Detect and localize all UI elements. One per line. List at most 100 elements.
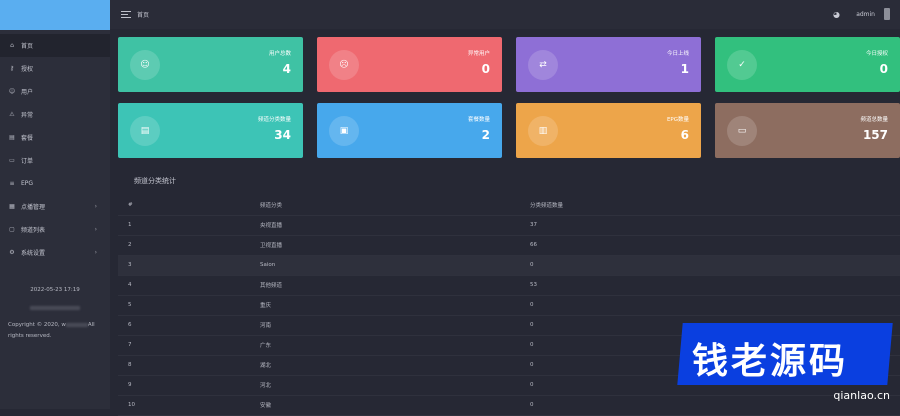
watermark: 钱老源码 qianlao.cn <box>676 323 894 405</box>
stat-value: 6 <box>680 128 689 142</box>
sidebar-item-label: 频道列表 <box>21 227 46 234</box>
table-title: 频道分类统计 <box>134 177 176 185</box>
list-icon: ≡ <box>9 180 15 187</box>
sidebar-item-label: 系统设置 <box>21 250 46 257</box>
chevron-right-icon: › <box>94 203 97 210</box>
tv-icon: ▢ <box>9 226 15 233</box>
home-icon: ⌂ <box>10 42 14 49</box>
stat-card-authorized-today[interactable]: ✓ 今日授权 0 <box>715 37 900 92</box>
sidebar-date: 2022-05-23 17:19 <box>30 287 80 293</box>
sidebar-item-label: 点播管理 <box>21 204 46 211</box>
cell-count: 66 <box>530 235 900 256</box>
cell-index: 10 <box>118 395 260 416</box>
sidebar-item-label: 授权 <box>21 66 34 73</box>
chevron-right-icon: › <box>94 226 97 233</box>
cell-index: 9 <box>118 375 260 396</box>
chevron-right-icon: › <box>94 249 97 256</box>
cell-count: 0 <box>530 255 900 276</box>
user-warning-icon: ☹ <box>329 50 359 80</box>
cell-category: 其他频道 <box>260 275 530 296</box>
stat-value: 4 <box>282 62 291 76</box>
column-header: 频道分类 <box>260 195 530 216</box>
sidebar-menu: ⌂ 首页 ⚷ 授权 ☺ 用户 ⚠ 异常 ▤ 套餐 ▭ 订单 ≡ EPG ▦ 点播管理 › ▢ 频道列… <box>0 34 110 264</box>
sidebar-item-users[interactable]: ☺ 用户 <box>0 80 110 103</box>
sidebar-item-orders[interactable]: ▭ 订单 <box>0 149 110 172</box>
sidebar: ⌂ 首页 ⚷ 授权 ☺ 用户 ⚠ 异常 ▤ 套餐 ▭ 订单 ≡ EPG ▦ 点播管理 › ▢ 频道列… <box>0 0 110 409</box>
stat-value: 0 <box>481 62 490 76</box>
table-row: 2 卫视直播 66 <box>118 235 900 256</box>
cell-index: 8 <box>118 355 260 376</box>
copyright-prefix: Copyright © 2020, w <box>8 322 66 328</box>
avatar[interactable] <box>884 8 890 20</box>
sidebar-item-label: 订单 <box>21 158 34 165</box>
cell-index: 7 <box>118 335 260 356</box>
sidebar-item-authorize[interactable]: ⚷ 授权 <box>0 57 110 80</box>
stat-label: 套餐数量 <box>467 117 490 123</box>
sidebar-logo[interactable] <box>0 0 110 30</box>
cell-category: 河北 <box>260 375 530 396</box>
grid-icon: ▦ <box>9 203 15 210</box>
stat-card-channel-categories[interactable]: ▤ 频道分类数量 34 <box>118 103 303 158</box>
sidebar-item-channels[interactable]: ▢ 频道列表 › <box>0 218 110 241</box>
stat-label: 今日上线 <box>666 51 689 57</box>
table-row: 4 其他频道 53 <box>118 275 900 296</box>
stat-value: 2 <box>481 128 490 142</box>
epg-icon: ▥ <box>528 116 558 146</box>
cell-index: 2 <box>118 235 260 256</box>
sidebar-item-label: 异常 <box>21 112 34 119</box>
sidebar-item-label: EPG <box>21 180 34 187</box>
cell-index: 3 <box>118 255 260 276</box>
stat-label: 频道总数量 <box>860 117 888 123</box>
username[interactable]: admin <box>856 11 875 18</box>
topbar: 首页 ◕ admin <box>110 0 900 29</box>
sidebar-item-vod[interactable]: ▦ 点播管理 › <box>0 195 110 218</box>
menu-toggle-icon[interactable] <box>121 9 131 20</box>
key-icon: ⚷ <box>9 65 15 72</box>
package-icon: ▤ <box>9 134 15 141</box>
cell-index: 1 <box>118 215 260 236</box>
user-icon: ☺ <box>8 88 16 95</box>
stat-card-epg[interactable]: ▥ EPG数量 6 <box>516 103 701 158</box>
cell-index: 5 <box>118 295 260 316</box>
table-row: 1 央视直播 37 <box>118 215 900 236</box>
stat-label: EPG数量 <box>666 117 689 123</box>
stat-value: 34 <box>274 128 291 142</box>
sidebar-item-home[interactable]: ⌂ 首页 <box>0 34 110 57</box>
stat-card-total-channels[interactable]: ▭ 频道总数量 157 <box>715 103 900 158</box>
table-header-row: # 频道分类 分类频道数量 <box>118 195 900 216</box>
package-icon: ▣ <box>329 116 359 146</box>
cell-category: 湖北 <box>260 355 530 376</box>
copyright: Copyright © 2020, w All rights reserved. <box>8 320 104 342</box>
blurred-text <box>30 306 80 310</box>
order-icon: ▭ <box>9 157 15 164</box>
sidebar-item-epg[interactable]: ≡ EPG <box>0 172 110 195</box>
cell-category: 河南 <box>260 315 530 336</box>
table-row: 5 重庆 0 <box>118 295 900 316</box>
stat-card-packages[interactable]: ▣ 套餐数量 2 <box>317 103 502 158</box>
blurred-text <box>65 322 88 327</box>
sidebar-item-abnormal[interactable]: ⚠ 异常 <box>0 103 110 126</box>
user-check-icon: ✓ <box>727 50 757 80</box>
stat-card-online-today[interactable]: ⇄ 今日上线 1 <box>516 37 701 92</box>
cell-category: 卫视直播 <box>260 235 530 256</box>
cell-category: Saion <box>260 255 530 276</box>
warning-icon: ⚠ <box>9 111 15 118</box>
palette-icon[interactable]: ◕ <box>833 10 840 19</box>
stat-card-total-users[interactable]: ☺ 用户总数 4 <box>118 37 303 92</box>
stat-label: 异常用户 <box>467 51 490 57</box>
sidebar-item-label: 用户 <box>21 89 34 96</box>
stat-value: 0 <box>879 62 888 76</box>
category-icon: ▤ <box>130 116 160 146</box>
tv-icon: ▭ <box>727 116 757 146</box>
link-icon: ⇄ <box>528 50 558 80</box>
cell-category: 央视直播 <box>260 215 530 236</box>
stat-label: 频道分类数量 <box>257 117 291 123</box>
user-icon: ☺ <box>130 50 160 80</box>
sidebar-item-packages[interactable]: ▤ 套餐 <box>0 126 110 149</box>
table-row: 3 Saion 0 <box>118 255 900 276</box>
sidebar-item-settings[interactable]: ⚙ 系统设置 › <box>0 241 110 264</box>
column-header: # <box>118 195 260 216</box>
column-header: 分类频道数量 <box>530 195 900 216</box>
stat-card-abnormal-users[interactable]: ☹ 异常用户 0 <box>317 37 502 92</box>
watermark-text: 钱老源码 <box>692 341 849 382</box>
